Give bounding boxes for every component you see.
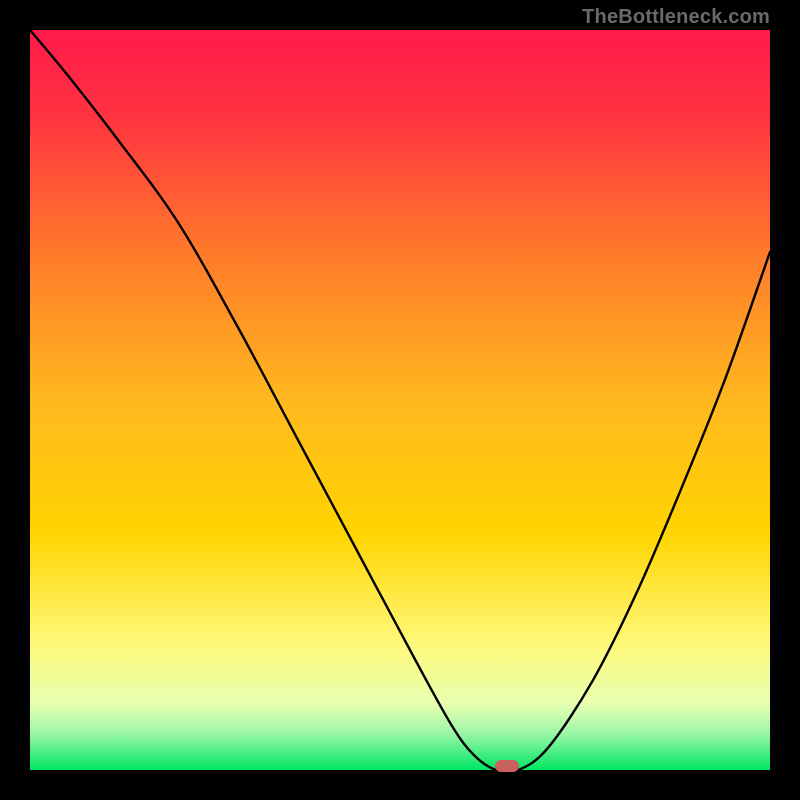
chart-container: TheBottleneck.com xyxy=(0,0,800,800)
plot-area xyxy=(30,30,770,770)
bottleneck-curve xyxy=(30,30,770,770)
watermark-text: TheBottleneck.com xyxy=(582,6,770,29)
optimal-marker xyxy=(495,760,519,772)
